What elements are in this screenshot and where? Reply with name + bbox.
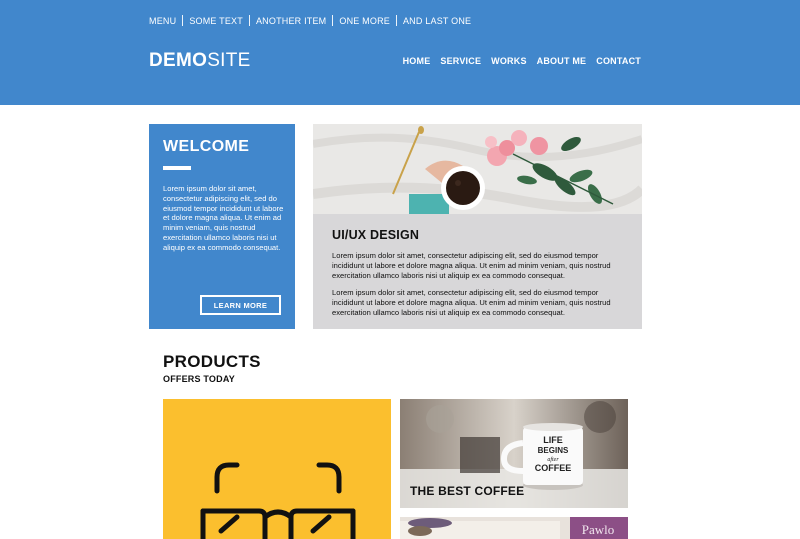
logo-light-text: SITE	[207, 50, 251, 71]
welcome-underline	[163, 166, 191, 170]
mug-text-line-3: after	[547, 456, 559, 463]
site-logo[interactable]: DEMOSITE	[149, 50, 251, 72]
nav-about-me[interactable]: ABOUT ME	[537, 56, 587, 66]
nav-contact[interactable]: CONTACT	[596, 56, 641, 66]
top-menu-divider	[182, 15, 184, 26]
book-title-text: Pawlo	[582, 522, 615, 537]
top-menu-divider	[332, 15, 334, 26]
coffee-flowers-photo	[313, 124, 642, 214]
nav-service[interactable]: SERVICE	[440, 56, 481, 66]
products-title: PRODUCTS	[163, 352, 261, 371]
nav-home[interactable]: HOME	[403, 56, 431, 66]
top-menu-item-last-one[interactable]: AND LAST ONE	[403, 16, 471, 26]
mug-text-line-2: BEGINS	[538, 446, 569, 455]
products-subtitle: OFFERS TODAY	[163, 374, 235, 384]
glasses-icon	[200, 462, 356, 539]
welcome-text: Lorem ipsum dolor sit amet, consectetur …	[163, 184, 284, 252]
main-nav: HOME SERVICE WORKS ABOUT ME CONTACT	[403, 56, 641, 66]
top-menu-item-one-more[interactable]: ONE MORE	[339, 16, 390, 26]
top-menu-item-another-item[interactable]: ANOTHER ITEM	[256, 16, 326, 26]
product-card-book[interactable]: Pawlo	[400, 517, 628, 539]
site-header: MENU SOME TEXT ANOTHER ITEM ONE MORE AND…	[0, 0, 800, 105]
top-menu-divider	[395, 15, 397, 26]
nav-works[interactable]: WORKS	[491, 56, 527, 66]
product-card-glasses[interactable]	[163, 399, 391, 539]
mug-text-line-1: LIFE	[543, 435, 563, 445]
coffee-caption: THE BEST COFFEE	[410, 484, 525, 498]
uiux-paragraph-2: Lorem ipsum dolor sit amet, consectetur …	[332, 288, 611, 317]
top-menu: MENU SOME TEXT ANOTHER ITEM ONE MORE AND…	[149, 15, 471, 26]
welcome-title: WELCOME	[163, 138, 250, 155]
top-menu-item-some-text[interactable]: SOME TEXT	[189, 16, 243, 26]
top-menu-item-menu[interactable]: MENU	[149, 16, 176, 26]
uiux-paragraph-1: Lorem ipsum dolor sit amet, consectetur …	[332, 251, 611, 280]
product-card-coffee[interactable]: LIFE BEGINS after COFFEE THE BEST COFFEE	[400, 399, 628, 508]
uiux-hero-image	[313, 124, 642, 214]
book-lavender-photo: Pawlo	[400, 517, 628, 539]
mug-text-line-4: COFFEE	[535, 463, 572, 473]
learn-more-button[interactable]: LEARN MORE	[200, 295, 281, 315]
welcome-card: WELCOME Lorem ipsum dolor sit amet, cons…	[149, 124, 295, 329]
uiux-panel: UI/UX DESIGN Lorem ipsum dolor sit amet,…	[313, 124, 642, 329]
logo-bold-text: DEMO	[149, 50, 208, 71]
top-menu-divider	[248, 15, 250, 26]
uiux-title: UI/UX DESIGN	[332, 228, 420, 242]
